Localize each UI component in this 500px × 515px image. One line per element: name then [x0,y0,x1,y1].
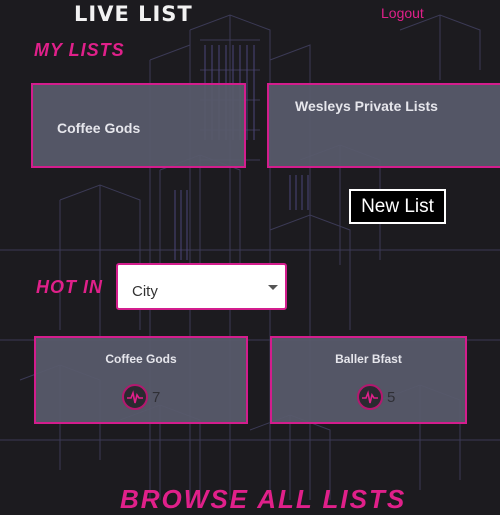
list-score: 5 [387,389,396,406]
list-name: Coffee Gods [105,352,177,366]
my-lists-title: MY LISTS [34,40,125,60]
hot-in-title: HOT IN [36,277,103,297]
list-name: Baller Bfast [335,352,402,366]
my-list-card-coffee-gods[interactable]: Coffee Gods [31,83,246,168]
app-logo: LIVE LIST [74,2,193,26]
pulse-icon [357,384,383,410]
list-name: Wesleys Private Lists [295,98,438,114]
list-score: 7 [152,389,161,406]
list-name: Coffee Gods [57,120,141,136]
logout-link[interactable]: Logout [381,5,424,21]
hot-list-card-coffee-gods[interactable]: Coffee Gods 7 [34,336,248,424]
city-select-value: City [132,283,158,300]
new-list-button[interactable]: New List [349,189,446,224]
my-list-card-wesleys-private-lists[interactable]: Wesleys Private Lists [267,83,500,168]
pulse-icon [122,384,148,410]
city-background [0,14,500,500]
city-select[interactable]: City [116,263,287,310]
hot-list-card-baller-bfast[interactable]: Baller Bfast 5 [270,336,467,424]
chevron-down-icon [268,285,278,290]
